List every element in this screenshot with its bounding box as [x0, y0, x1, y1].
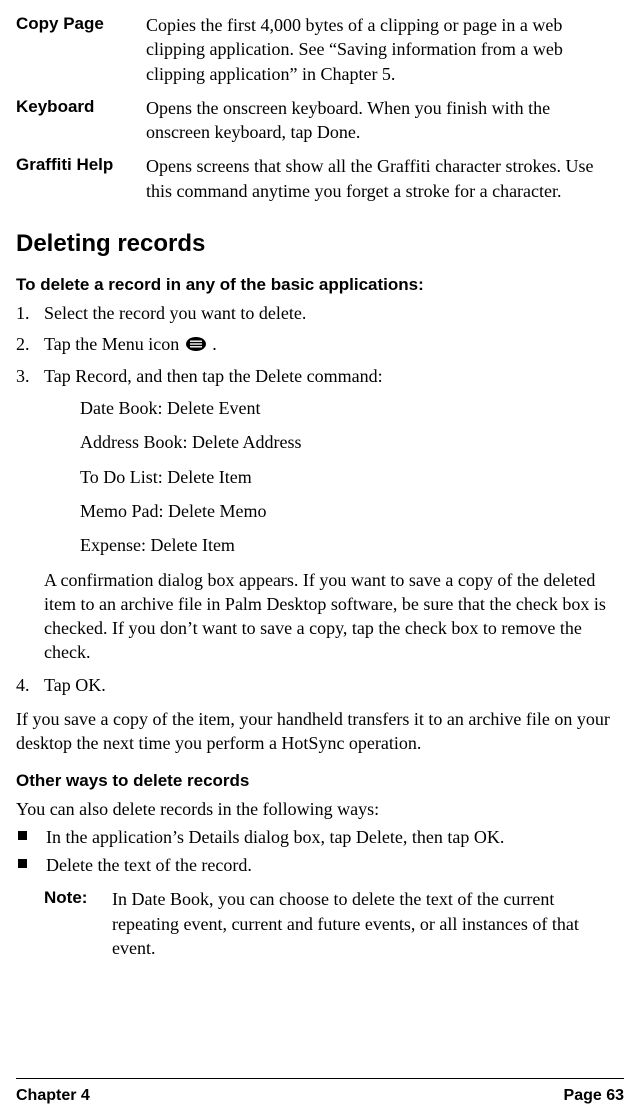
step-item: Select the record you want to delete. [16, 301, 624, 325]
footer-page: Page 63 [564, 1085, 624, 1107]
footer-chapter: Chapter 4 [16, 1085, 90, 1107]
def-term: Keyboard [16, 91, 146, 150]
sub-list-item: Date Book: Delete Event [80, 396, 624, 420]
sub-list-item: To Do List: Delete Item [80, 465, 624, 489]
step-text: Tap the Menu icon [44, 334, 184, 354]
step-item: Tap Record, and then tap the Delete comm… [16, 364, 624, 558]
def-term: Copy Page [16, 8, 146, 91]
steps-list-continued: Tap OK. [16, 673, 624, 697]
step-text: Tap Record, and then tap the Delete comm… [44, 366, 383, 386]
section-heading: Deleting records [16, 228, 624, 260]
definition-row: Graffiti Help Opens screens that show al… [16, 149, 624, 208]
definition-row: Keyboard Opens the onscreen keyboard. Wh… [16, 91, 624, 150]
step-item: Tap OK. [16, 673, 624, 697]
sub-list: Date Book: Delete Event Address Book: De… [80, 396, 624, 557]
menu-icon [186, 333, 206, 357]
sub-list-item: Memo Pad: Delete Memo [80, 499, 624, 523]
note-label: Note: [44, 887, 112, 960]
definition-row: Copy Page Copies the first 4,000 bytes o… [16, 8, 624, 91]
body-paragraph: If you save a copy of the item, your han… [16, 707, 624, 756]
def-desc: Opens the onscreen keyboard. When you fi… [146, 91, 624, 150]
definition-table: Copy Page Copies the first 4,000 bytes o… [16, 8, 624, 208]
bullet-item: In the application’s Details dialog box,… [16, 825, 624, 849]
steps-list: Select the record you want to delete. Ta… [16, 301, 624, 557]
step-paragraph: A confirmation dialog box appears. If yo… [44, 568, 624, 665]
mini-heading: Other ways to delete records [16, 770, 624, 793]
step-text: Tap OK. [44, 675, 106, 695]
def-term: Graffiti Help [16, 149, 146, 208]
bullet-item: Delete the text of the record. [16, 853, 624, 877]
note-text: In Date Book, you can choose to delete t… [112, 887, 624, 960]
def-desc: Opens screens that show all the Graffiti… [146, 149, 624, 208]
sub-list-item: Address Book: Delete Address [80, 430, 624, 454]
bullet-list: In the application’s Details dialog box,… [16, 825, 624, 878]
page-footer: Chapter 4 Page 63 [16, 1078, 624, 1107]
step-text: Select the record you want to delete. [44, 303, 306, 323]
mini-intro: You can also delete records in the follo… [16, 797, 624, 821]
note-block: Note: In Date Book, you can choose to de… [16, 887, 624, 960]
step-text-suffix: . [208, 334, 217, 354]
sub-heading: To delete a record in any of the basic a… [16, 274, 624, 297]
def-desc: Copies the first 4,000 bytes of a clippi… [146, 8, 624, 91]
step-item: Tap the Menu icon . [16, 332, 624, 358]
sub-list-item: Expense: Delete Item [80, 533, 624, 557]
